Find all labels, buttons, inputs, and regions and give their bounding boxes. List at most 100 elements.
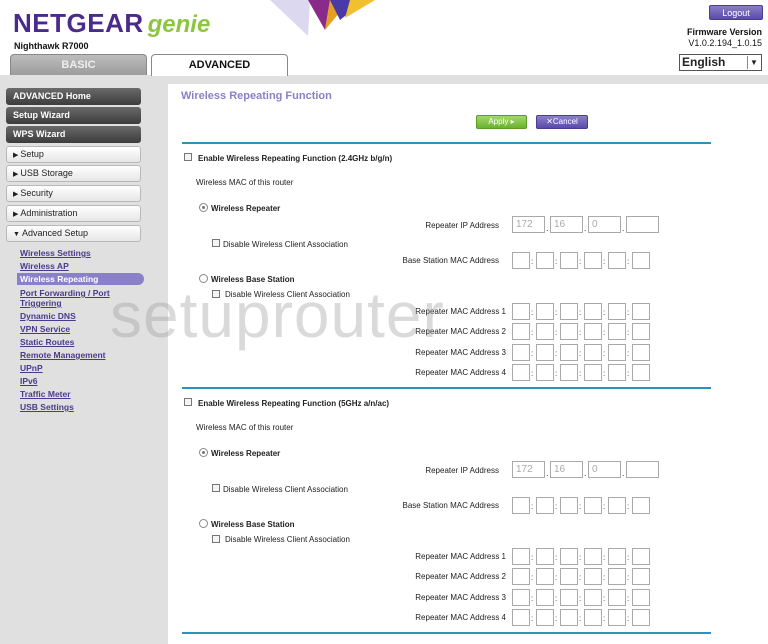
repeater-mac-5g-2-row-octet-1[interactable] [512,568,530,585]
language-select[interactable]: English ▼ [679,54,762,71]
base-mac-5g-row-octet-5[interactable] [608,497,626,514]
repeater-mac-5g-1-row-octet-2[interactable] [536,548,554,565]
repeater-mac-5g-1-row-octet-5[interactable] [608,548,626,565]
tab-basic[interactable]: BASIC [10,54,147,75]
sidebar-section-administration[interactable]: ▶ Administration [6,205,141,222]
disable-assoc-2-5g-checkbox[interactable] [212,535,220,543]
sidebar-section-setup[interactable]: ▶ Setup [6,146,141,163]
repeater-mac-5g-1-row-octet-4[interactable] [584,548,602,565]
disable-assoc-5g-checkbox[interactable] [212,484,220,492]
cancel-button[interactable]: ✕Cancel [536,115,588,129]
sidebar-item-static-routes[interactable]: Static Routes [20,337,74,347]
repeater-ip-octet-2[interactable]: 16 [550,216,583,233]
repeater-mac-5g-4-row-octet-4[interactable] [584,609,602,626]
sidebar-section-security[interactable]: ▶ Security [6,185,141,202]
repeater-mac-3-row-octet-3[interactable] [560,344,578,361]
repeater-mac-5g-2-row-octet-6[interactable] [632,568,650,585]
repeater-mac-1-row-octet-3[interactable] [560,303,578,320]
repeater-mac-2-row-octet-1[interactable] [512,323,530,340]
repeater-mac-4-row-octet-1[interactable] [512,364,530,381]
tab-advanced[interactable]: ADVANCED [151,54,288,76]
enable-24ghz-checkbox[interactable] [184,153,192,161]
base-mac-5g-row-octet-2[interactable] [536,497,554,514]
repeater-mac-4-row-octet-3[interactable] [560,364,578,381]
repeater-ip-octet-1[interactable]: 172 [512,216,545,233]
repeater-mac-5g-1-row-octet-6[interactable] [632,548,650,565]
repeater-mac-1-row-octet-4[interactable] [584,303,602,320]
base-mac-row-octet-1[interactable] [512,252,530,269]
base-mac-5g-row-octet-4[interactable] [584,497,602,514]
base-mac-5g-row-octet-6[interactable] [632,497,650,514]
repeater-mac-3-row-octet-1[interactable] [512,344,530,361]
repeater-mac-5g-4-row-octet-5[interactable] [608,609,626,626]
repeater-mac-5g-1-row-octet-1[interactable] [512,548,530,565]
sidebar-section-advanced-setup[interactable]: ▼ Advanced Setup [6,225,141,242]
sidebar-setup-wizard[interactable]: Setup Wizard [6,107,141,124]
repeater-mac-3-row-octet-4[interactable] [584,344,602,361]
sidebar-advanced-home[interactable]: ADVANCED Home [6,88,141,105]
sidebar-item-wireless-ap[interactable]: Wireless AP [20,261,69,271]
repeater-ip-5g-octet-4[interactable] [626,461,659,478]
disable-assoc-checkbox[interactable] [212,239,220,247]
logout-button[interactable]: Logout [709,5,763,20]
repeater-mac-3-row-octet-6[interactable] [632,344,650,361]
base-mac-row-octet-5[interactable] [608,252,626,269]
enable-5ghz-checkbox[interactable] [184,398,192,406]
apply-button[interactable]: Apply ▸ [476,115,527,129]
repeater-mac-5g-3-row-octet-5[interactable] [608,589,626,606]
sidebar-item-usb-settings[interactable]: USB Settings [20,402,74,412]
sidebar-item-port-forwarding[interactable]: Port Forwarding / Port [20,288,110,298]
sidebar-item-traffic-meter[interactable]: Traffic Meter [20,389,71,399]
repeater-mac-1-row-octet-1[interactable] [512,303,530,320]
repeater-mac-4-row-octet-6[interactable] [632,364,650,381]
repeater-ip-octet-3[interactable]: 0 [588,216,621,233]
repeater-mac-5g-3-row-octet-1[interactable] [512,589,530,606]
wireless-repeater-radio-5g[interactable] [199,448,208,457]
repeater-mac-1-row-octet-6[interactable] [632,303,650,320]
repeater-mac-5g-1-row-octet-3[interactable] [560,548,578,565]
base-mac-5g-row-octet-1[interactable] [512,497,530,514]
repeater-mac-5g-2-row-octet-5[interactable] [608,568,626,585]
repeater-ip-5g-octet-2[interactable]: 16 [550,461,583,478]
repeater-mac-1-row-octet-2[interactable] [536,303,554,320]
sidebar-item-ipv6[interactable]: IPv6 [20,376,38,386]
sidebar-section-usb-storage[interactable]: ▶ USB Storage [6,165,141,182]
base-mac-row-octet-6[interactable] [632,252,650,269]
repeater-mac-5g-4-row-octet-3[interactable] [560,609,578,626]
disable-assoc-2-checkbox[interactable] [212,290,220,298]
sidebar-item-wireless-repeating[interactable]: Wireless Repeating [20,274,98,284]
repeater-mac-2-row-octet-3[interactable] [560,323,578,340]
repeater-ip-5g-octet-3[interactable]: 0 [588,461,621,478]
repeater-mac-5g-2-row-octet-4[interactable] [584,568,602,585]
base-station-radio[interactable] [199,274,208,283]
sidebar-item-remote-management[interactable]: Remote Management [20,350,106,360]
base-mac-row-octet-3[interactable] [560,252,578,269]
sidebar-item-vpn-service[interactable]: VPN Service [20,324,70,334]
repeater-mac-2-row-octet-6[interactable] [632,323,650,340]
sidebar-item-port-forwarding-2[interactable]: Triggering [20,298,62,308]
repeater-mac-5g-2-row-octet-3[interactable] [560,568,578,585]
base-mac-row-octet-2[interactable] [536,252,554,269]
repeater-mac-4-row-octet-2[interactable] [536,364,554,381]
base-mac-5g-row-octet-3[interactable] [560,497,578,514]
repeater-mac-3-row-octet-2[interactable] [536,344,554,361]
repeater-ip-5g-octet-1[interactable]: 172 [512,461,545,478]
sidebar-item-dynamic-dns[interactable]: Dynamic DNS [20,311,76,321]
wireless-repeater-radio[interactable] [199,203,208,212]
repeater-mac-5g-3-row-octet-6[interactable] [632,589,650,606]
repeater-mac-4-row-octet-4[interactable] [584,364,602,381]
repeater-mac-5g-3-row-octet-2[interactable] [536,589,554,606]
repeater-mac-5g-3-row-octet-4[interactable] [584,589,602,606]
base-station-radio-5g[interactable] [199,519,208,528]
repeater-mac-4-row-octet-5[interactable] [608,364,626,381]
repeater-mac-2-row-octet-5[interactable] [608,323,626,340]
sidebar-item-upnp[interactable]: UPnP [20,363,43,373]
repeater-mac-5g-4-row-octet-1[interactable] [512,609,530,626]
repeater-ip-octet-4[interactable] [626,216,659,233]
repeater-mac-5g-4-row-octet-2[interactable] [536,609,554,626]
repeater-mac-5g-2-row-octet-2[interactable] [536,568,554,585]
repeater-mac-5g-4-row-octet-6[interactable] [632,609,650,626]
sidebar-item-wireless-settings[interactable]: Wireless Settings [20,248,91,258]
sidebar-wps-wizard[interactable]: WPS Wizard [6,126,141,143]
repeater-mac-2-row-octet-4[interactable] [584,323,602,340]
